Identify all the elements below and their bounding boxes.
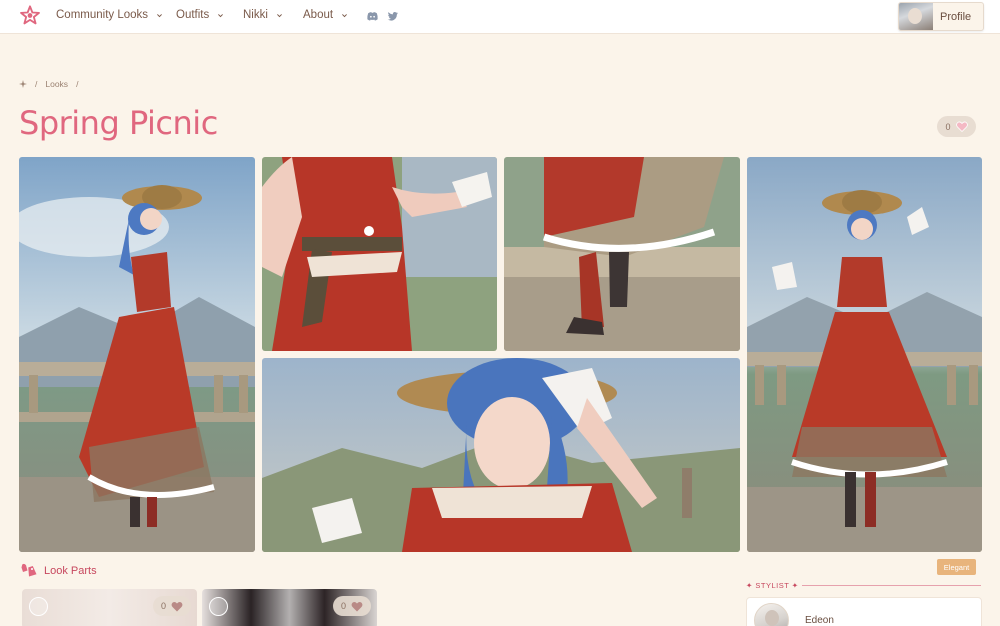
chevron-down-icon: [342, 13, 348, 17]
nav-item-label: Community Looks: [56, 9, 149, 21]
discord-icon[interactable]: [366, 10, 379, 23]
avatar: [899, 3, 933, 30]
heart-icon: [955, 121, 968, 132]
profile-button[interactable]: Profile: [898, 2, 984, 31]
nav-about[interactable]: About: [303, 9, 348, 21]
gallery-photo-portrait[interactable]: [262, 358, 740, 552]
look-part-card[interactable]: 0: [22, 589, 197, 626]
breadcrumb: / Looks /: [19, 79, 78, 89]
select-radio[interactable]: [209, 597, 228, 616]
look-parts-label: Look Parts: [44, 564, 97, 577]
chevron-down-icon: [276, 13, 282, 17]
breadcrumb-separator: /: [76, 79, 79, 89]
nav-outfits[interactable]: Outfits: [176, 9, 224, 21]
heart-icon: [171, 601, 183, 611]
twitter-icon[interactable]: [386, 10, 399, 23]
nav-item-label: Nikki: [243, 9, 268, 21]
part-like-count: 0: [340, 601, 346, 611]
page-title: Spring Picnic: [19, 104, 218, 142]
select-radio[interactable]: [29, 597, 48, 616]
breadcrumb-separator: /: [35, 79, 38, 89]
gallery-photo-boots-detail[interactable]: [504, 157, 740, 351]
divider: [802, 585, 981, 586]
nav-item-label: About: [303, 9, 334, 21]
gallery-photo-full-body-front[interactable]: [747, 157, 982, 552]
gallery-photo-waist-detail[interactable]: [262, 157, 497, 351]
stylist-card[interactable]: Edeon: [746, 597, 982, 626]
nav-community-looks[interactable]: Community Looks: [56, 9, 163, 21]
nav-item-label: Outfits: [176, 9, 210, 21]
part-like-button[interactable]: 0: [153, 596, 191, 616]
part-like-button[interactable]: 0: [333, 596, 371, 616]
chevron-down-icon: [157, 13, 162, 17]
nikki-star-logo[interactable]: [19, 5, 41, 27]
nav-nikki[interactable]: Nikki: [243, 9, 283, 21]
breadcrumb-looks[interactable]: Looks: [45, 79, 68, 89]
heart-icon: [351, 601, 363, 611]
gallery-photo-full-body-side[interactable]: [19, 157, 255, 552]
stylist-name: Edeon: [805, 615, 834, 626]
stylist-heading: ✦ STYLIST ✦: [746, 581, 799, 590]
sparkle-icon[interactable]: [19, 80, 27, 88]
dress-parts-icon: [21, 563, 37, 577]
style-tag[interactable]: Elegant: [937, 559, 976, 575]
look-part-card[interactable]: 0: [202, 589, 377, 626]
part-like-count: 0: [160, 601, 166, 611]
look-parts-heading: Look Parts: [20, 563, 97, 578]
profile-label: Profile: [940, 10, 972, 23]
chevron-down-icon: [218, 13, 224, 17]
like-count: 0: [945, 121, 951, 132]
avatar: [754, 603, 789, 626]
top-nav: Community Looks Outfits Nikki About Prof…: [0, 0, 1000, 34]
like-button[interactable]: 0: [937, 116, 976, 137]
stylist-heading-label: ✦ STYLIST ✦: [746, 581, 799, 590]
